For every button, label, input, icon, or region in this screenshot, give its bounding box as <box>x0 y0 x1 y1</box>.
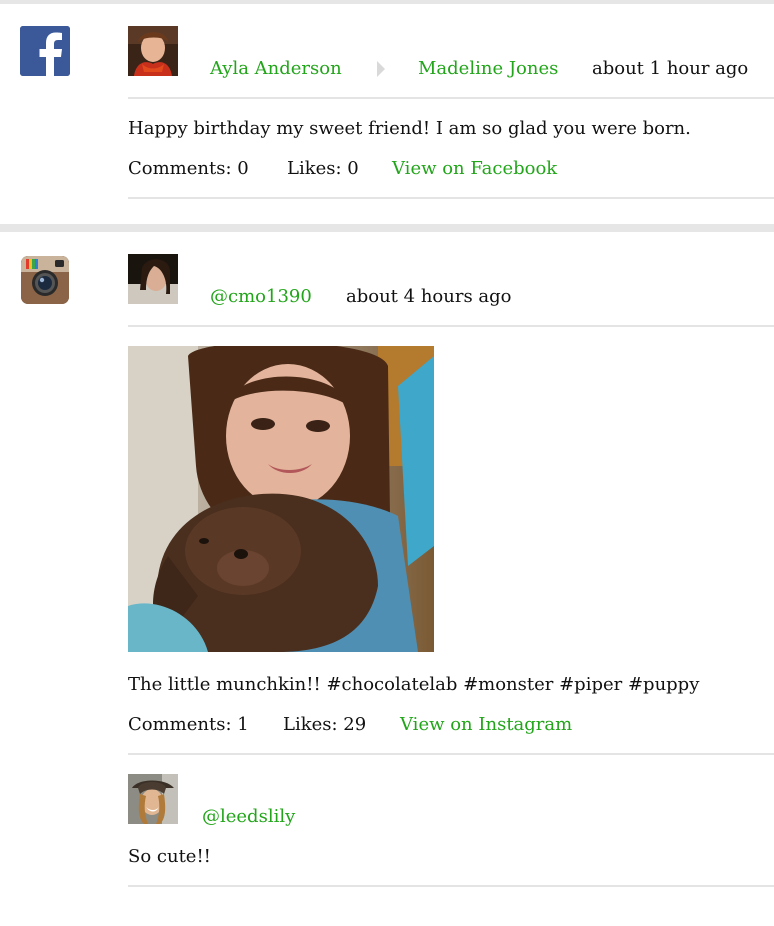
likes-count: Likes: 29 <box>283 714 367 735</box>
avatar-ayla-anderson[interactable] <box>128 26 178 76</box>
post-photo[interactable] <box>128 346 434 652</box>
comments-count: Comments: 0 <box>128 158 249 179</box>
post-message: Happy birthday my sweet friend! I am so … <box>128 118 691 139</box>
post-author-link[interactable]: Ayla Anderson <box>210 60 342 78</box>
view-on-instagram-link[interactable]: View on Instagram <box>400 716 572 734</box>
likes-count: Likes: 0 <box>287 158 359 179</box>
divider <box>128 97 774 99</box>
arrow-right-icon <box>377 61 385 77</box>
facebook-icon <box>20 26 70 76</box>
comments-count: Comments: 1 <box>128 714 249 735</box>
divider <box>128 325 774 327</box>
avatar-cmo1390[interactable] <box>128 254 178 304</box>
post-timestamp: about 4 hours ago <box>346 286 512 307</box>
post-recipient-link[interactable]: Madeline Jones <box>418 60 558 78</box>
divider <box>128 753 774 755</box>
divider <box>128 197 774 199</box>
comment-username-link[interactable]: @leedslily <box>202 808 295 826</box>
post-separator <box>0 224 774 232</box>
instagram-icon <box>21 256 69 304</box>
post-caption: The little munchkin!! #chocolatelab #mon… <box>128 674 700 695</box>
avatar-leedslily[interactable] <box>128 774 178 824</box>
divider <box>128 885 774 887</box>
top-border <box>0 0 774 4</box>
post-timestamp: about 1 hour ago <box>592 58 749 79</box>
instagram-username-link[interactable]: @cmo1390 <box>210 288 312 306</box>
comment-text: So cute!! <box>128 846 211 867</box>
view-on-facebook-link[interactable]: View on Facebook <box>392 160 557 178</box>
